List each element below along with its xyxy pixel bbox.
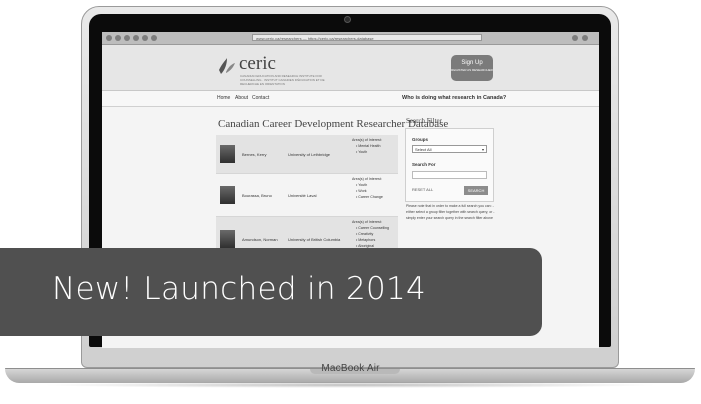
avatar	[220, 186, 235, 204]
search-label: Search For	[412, 162, 436, 167]
banner-text: New! Launched in 2014	[52, 271, 427, 307]
filter-title: Search Filter	[406, 117, 442, 125]
reload-button[interactable]	[124, 35, 130, 41]
forward-button[interactable]	[115, 35, 121, 41]
nav-question: Who is doing what research in Canada?	[402, 95, 507, 101]
site-logo-text[interactable]: ceric	[239, 53, 276, 75]
avatar	[220, 230, 235, 248]
reset-all-link[interactable]: RESET ALL	[412, 187, 433, 192]
signup-sub: REGISTER AS RESEARCHER	[451, 68, 493, 72]
device-label: MacBook Air	[321, 363, 380, 374]
researcher-name[interactable]: Amundson, Norman	[242, 237, 278, 242]
researcher-name[interactable]: Bourassa, Bruno	[242, 193, 272, 198]
interest-item: • Youth	[356, 150, 368, 154]
researcher-university: University of British Columbia	[288, 237, 341, 242]
groups-select[interactable]: Select All ▾	[412, 145, 487, 153]
ceric-logo-icon	[219, 58, 235, 74]
camera-icon	[344, 16, 351, 23]
researcher-row[interactable]: Bernes, Kerry University of Lethbridge A…	[216, 135, 398, 174]
nav-contact[interactable]: Contact	[252, 95, 269, 101]
browser-toolbar: www.ceric.ca/researchers — https://ceric…	[102, 32, 599, 45]
search-button[interactable]: SEARCH	[464, 186, 488, 195]
site-header: ceric CANADIAN EDUCATION AND RESEARCH IN…	[102, 45, 599, 91]
back-button[interactable]	[106, 35, 112, 41]
home-button[interactable]	[133, 35, 139, 41]
share-icon[interactable]	[151, 35, 157, 41]
menu-icon[interactable]	[572, 35, 578, 41]
researcher-name[interactable]: Bernes, Kerry	[242, 152, 266, 157]
signup-label: Sign Up	[461, 60, 483, 66]
groups-selected-value: Select All	[415, 147, 432, 152]
search-filter-panel: Groups Select All ▾ Search For RESET ALL…	[405, 128, 494, 202]
site-logo-subtitle: CANADIAN EDUCATION AND RESEARCH INSTITUT…	[240, 74, 325, 86]
researcher-row[interactable]: Bourassa, Bruno Université Laval Area(s)…	[216, 174, 398, 217]
url-bar[interactable]: www.ceric.ca/researchers — https://ceric…	[252, 34, 482, 41]
nav-about[interactable]: About	[235, 95, 248, 101]
settings-icon[interactable]	[582, 35, 588, 41]
bookmark-icon[interactable]	[142, 35, 148, 41]
search-input[interactable]	[412, 171, 487, 179]
avatar	[220, 145, 235, 163]
site-nav: Home About Contact Who is doing what res…	[102, 91, 599, 107]
interest-item: • Career Change	[356, 195, 383, 199]
laptop-shadow	[40, 382, 660, 388]
groups-label: Groups	[412, 137, 429, 142]
signup-button[interactable]: Sign Up REGISTER AS RESEARCHER	[451, 55, 493, 81]
promo-banner: New! Launched in 2014	[0, 248, 542, 336]
researcher-university: University of Lethbridge	[288, 152, 331, 157]
chevron-down-icon: ▾	[481, 147, 484, 152]
nav-home[interactable]: Home	[217, 95, 230, 101]
researcher-university: Université Laval	[288, 193, 317, 198]
laptop-mockup: www.ceric.ca/researchers — https://ceric…	[0, 0, 701, 404]
search-note: Please note that in order to make a full…	[406, 204, 495, 220]
